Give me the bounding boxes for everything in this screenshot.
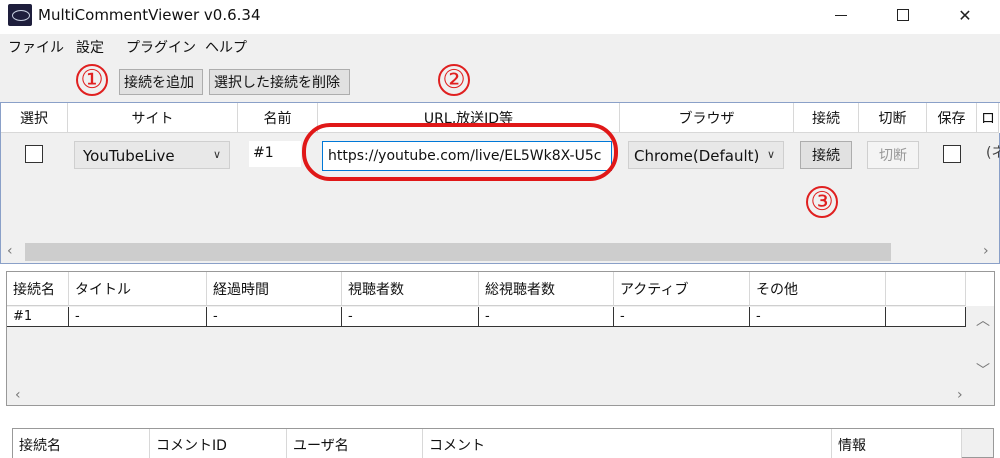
scroll-left-icon[interactable]: ‹ <box>7 243 13 259</box>
log-value: (ネ <box>986 145 1000 161</box>
step-1-annotation: ① <box>76 64 108 96</box>
stats-col-active[interactable]: アクティブ <box>614 272 750 306</box>
site-value: YouTubeLive <box>83 147 175 165</box>
stats-col-title[interactable]: タイトル <box>69 272 207 306</box>
title-bar: MultiCommentViewer v0.6.34 ✕ <box>0 0 1000 32</box>
comments-col-comment[interactable]: コメント <box>423 429 832 458</box>
stats-table: 接続名 タイトル 経過時間 視聴者数 総視聴者数 アクティブ その他 #1 - … <box>6 271 995 406</box>
window-title: MultiCommentViewer v0.6.34 <box>38 6 261 24</box>
scroll-down-icon[interactable]: ﹀ <box>976 360 990 380</box>
toolbar: 接続を追加 選択した接続を削除 <box>0 58 1000 102</box>
stats-cell: - <box>479 307 614 327</box>
col-name[interactable]: 名前 <box>238 103 318 133</box>
stats-col-elapsed[interactable]: 経過時間 <box>207 272 342 306</box>
step-2-annotation: ② <box>438 64 470 96</box>
site-select[interactable]: YouTubeLive ∨ <box>74 141 230 169</box>
disconnect-button[interactable]: 切断 <box>867 141 919 169</box>
scroll-right-icon[interactable]: › <box>983 243 989 259</box>
stats-cell: - <box>750 307 886 327</box>
horizontal-scrollbar[interactable]: ‹ › <box>1 241 999 263</box>
add-connection-button[interactable]: 接続を追加 <box>119 69 203 95</box>
browser-value: Chrome(Default) <box>634 147 760 165</box>
minimize-button[interactable] <box>818 0 864 30</box>
select-checkbox[interactable] <box>25 145 43 163</box>
minimize-icon <box>835 14 847 16</box>
save-checkbox[interactable] <box>943 145 961 163</box>
close-button[interactable]: ✕ <box>942 0 988 30</box>
app-logo-icon <box>8 4 32 26</box>
connect-button[interactable]: 接続 <box>800 141 852 169</box>
scroll-left-icon[interactable]: ‹ <box>15 387 21 403</box>
delete-connection-button[interactable]: 選択した接続を削除 <box>209 69 350 95</box>
comments-table: 接続名 コメントID ユーザ名 コメント 情報 <box>12 428 994 458</box>
col-save[interactable]: 保存 <box>927 103 977 133</box>
comments-col-user[interactable]: ユーザ名 <box>287 429 423 458</box>
scroll-up-icon[interactable]: ︿ <box>976 310 990 330</box>
col-disconnect[interactable]: 切断 <box>859 103 927 133</box>
menu-file[interactable]: ファイル <box>8 37 64 57</box>
menu-bar: ファイル 設定 プラグイン ヘルプ <box>0 34 1000 58</box>
stats-cell: - <box>207 307 342 327</box>
stats-row[interactable]: #1 - - - - - - <box>7 307 994 327</box>
stats-col-other[interactable]: その他 <box>750 272 886 306</box>
stats-header: 接続名 タイトル 経過時間 視聴者数 総視聴者数 アクティブ その他 <box>7 272 994 306</box>
maximize-button[interactable] <box>880 0 926 30</box>
col-browser[interactable]: ブラウザ <box>620 103 794 133</box>
stats-cell: - <box>614 307 750 327</box>
col-log[interactable]: ロ <box>977 103 999 133</box>
comments-col-info[interactable]: 情報 <box>832 429 962 458</box>
name-field[interactable]: #1 <box>249 141 301 167</box>
url-highlight-annotation <box>302 123 618 181</box>
stats-col-empty <box>886 272 966 306</box>
stats-col-viewers[interactable]: 視聴者数 <box>342 272 479 306</box>
chevron-down-icon: ∨ <box>212 148 221 161</box>
stats-col-connection[interactable]: 接続名 <box>7 272 69 306</box>
col-select[interactable]: 選択 <box>1 103 68 133</box>
stats-cell: - <box>342 307 479 327</box>
stats-cell: - <box>69 307 207 327</box>
scrollbar-thumb[interactable] <box>25 243 891 261</box>
menu-plugin[interactable]: プラグイン <box>126 37 196 57</box>
browser-select[interactable]: Chrome(Default) ∨ <box>628 141 784 169</box>
step-3-annotation: ③ <box>806 186 838 218</box>
maximize-icon <box>897 9 909 21</box>
col-site[interactable]: サイト <box>68 103 238 133</box>
scroll-right-icon[interactable]: › <box>957 387 963 403</box>
comments-col-comment-id[interactable]: コメントID <box>150 429 287 458</box>
stats-cell: #1 <box>7 307 69 327</box>
col-connect[interactable]: 接続 <box>794 103 859 133</box>
chevron-down-icon: ∨ <box>766 148 775 161</box>
stats-cell-empty <box>886 307 966 327</box>
menu-help[interactable]: ヘルプ <box>205 37 247 57</box>
close-icon: ✕ <box>958 5 972 25</box>
comments-col-connection[interactable]: 接続名 <box>13 429 150 458</box>
stats-col-total-viewers[interactable]: 総視聴者数 <box>479 272 614 306</box>
menu-settings[interactable]: 設定 <box>76 37 104 57</box>
